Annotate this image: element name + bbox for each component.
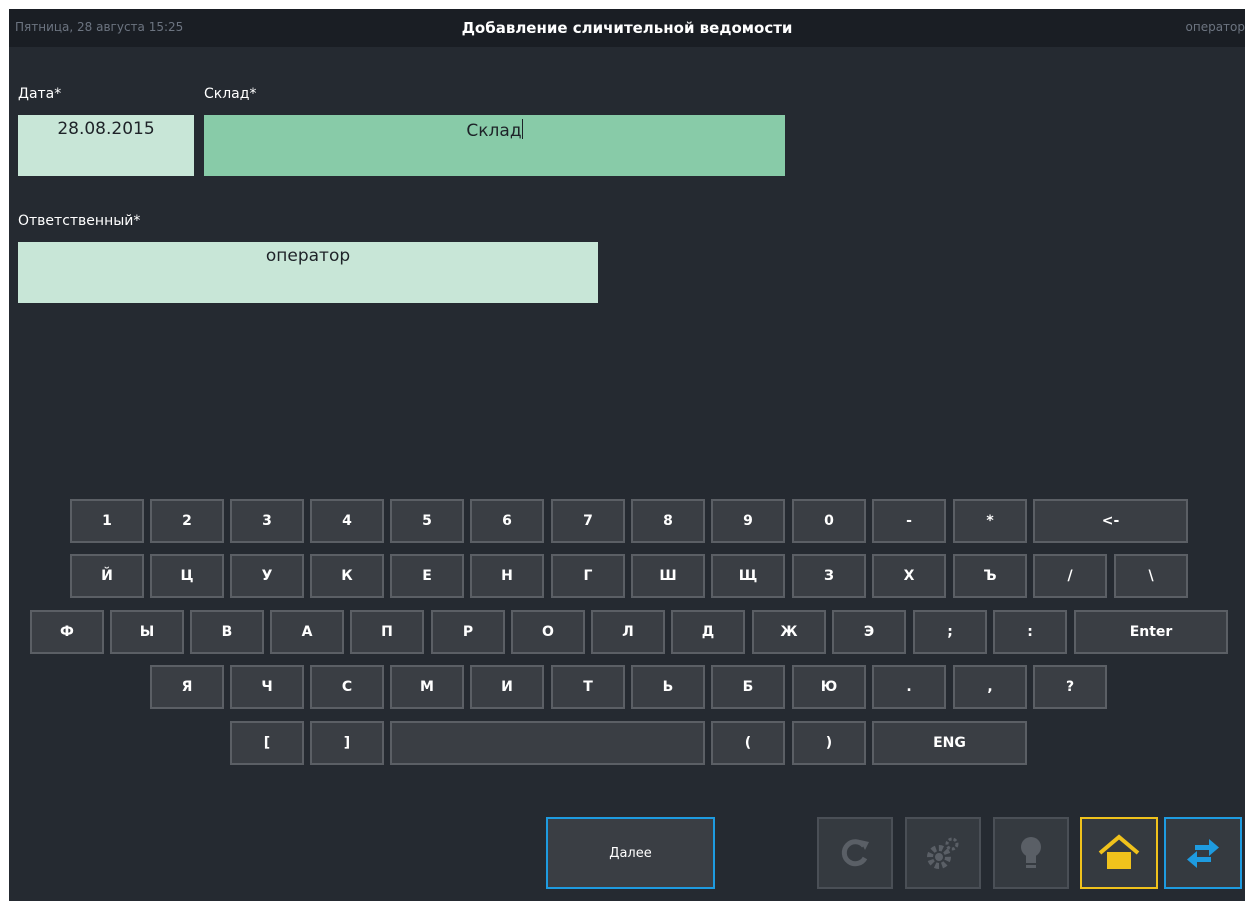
key-9[interactable]: 9: [711, 499, 785, 543]
key-question[interactable]: ?: [1033, 665, 1107, 709]
key-п[interactable]: П: [350, 610, 424, 654]
key-к[interactable]: К: [310, 554, 384, 598]
key-х[interactable]: Х: [872, 554, 946, 598]
key-т[interactable]: Т: [551, 665, 625, 709]
key-е[interactable]: Е: [390, 554, 464, 598]
warehouse-label: Склад*: [204, 86, 257, 102]
key-paren-open[interactable]: (: [711, 721, 785, 765]
key-ф[interactable]: Ф: [30, 610, 104, 654]
home-button[interactable]: [1080, 817, 1158, 889]
responsible-value: оператор: [265, 246, 351, 266]
key-б[interactable]: Б: [711, 665, 785, 709]
key-й[interactable]: Й: [70, 554, 144, 598]
key-ц[interactable]: Ц: [150, 554, 224, 598]
refresh-button[interactable]: [817, 817, 893, 889]
switch-button[interactable]: [1164, 817, 1242, 889]
key-с[interactable]: С: [310, 665, 384, 709]
key-и[interactable]: И: [470, 665, 544, 709]
key-а[interactable]: А: [270, 610, 344, 654]
responsible-label: Ответственный*: [18, 213, 141, 229]
page-title: Добавление сличительной ведомости: [461, 19, 793, 37]
key-ы[interactable]: Ы: [110, 610, 184, 654]
key-о[interactable]: О: [511, 610, 585, 654]
key-ю[interactable]: Ю: [792, 665, 866, 709]
key-7[interactable]: 7: [551, 499, 625, 543]
hint-button[interactable]: [993, 817, 1069, 889]
current-user-label: оператор: [1185, 20, 1245, 34]
key-1[interactable]: 1: [70, 499, 144, 543]
key-ч[interactable]: Ч: [230, 665, 304, 709]
key-3[interactable]: 3: [230, 499, 304, 543]
key-4[interactable]: 4: [310, 499, 384, 543]
date-value: 28.08.2015: [57, 119, 155, 139]
key-semicolon[interactable]: ;: [913, 610, 987, 654]
date-field[interactable]: 28.08.2015: [18, 115, 194, 176]
key-asterisk[interactable]: *: [953, 499, 1027, 543]
key-backspace[interactable]: <-: [1033, 499, 1188, 543]
key-я[interactable]: Я: [150, 665, 224, 709]
title-bar: Пятница, 28 августа 15:25 Добавление сли…: [9, 9, 1245, 47]
key-period[interactable]: .: [872, 665, 946, 709]
key-н[interactable]: Н: [470, 554, 544, 598]
key-э[interactable]: Э: [832, 610, 906, 654]
next-button-label: Далее: [609, 845, 652, 861]
key-л[interactable]: Л: [591, 610, 665, 654]
key-backslash[interactable]: \: [1114, 554, 1188, 598]
settings-button[interactable]: [905, 817, 981, 889]
key-colon[interactable]: :: [993, 610, 1067, 654]
key-language-toggle[interactable]: ENG: [872, 721, 1027, 765]
next-button[interactable]: Далее: [546, 817, 715, 889]
key-bracket-open[interactable]: [: [230, 721, 304, 765]
date-label: Дата*: [18, 86, 62, 102]
home-icon: [1098, 834, 1140, 869]
key-8[interactable]: 8: [631, 499, 705, 543]
key-comma[interactable]: ,: [953, 665, 1027, 709]
swap-arrows-icon: [1187, 839, 1219, 868]
lightbulb-icon: [1021, 837, 1041, 868]
key-ь[interactable]: Ь: [631, 665, 705, 709]
key-г[interactable]: Г: [551, 554, 625, 598]
key-щ[interactable]: Щ: [711, 554, 785, 598]
key-5[interactable]: 5: [390, 499, 464, 543]
gears-icon: [927, 837, 959, 869]
warehouse-field[interactable]: Склад: [204, 115, 785, 176]
app-window: Пятница, 28 августа 15:25 Добавление сли…: [9, 9, 1245, 901]
key-enter[interactable]: Enter: [1074, 610, 1228, 654]
key-р[interactable]: Р: [431, 610, 505, 654]
key-2[interactable]: 2: [150, 499, 224, 543]
key-д[interactable]: Д: [671, 610, 745, 654]
key-6[interactable]: 6: [470, 499, 544, 543]
key-ж[interactable]: Ж: [752, 610, 826, 654]
key-ш[interactable]: Ш: [631, 554, 705, 598]
key-ъ[interactable]: Ъ: [953, 554, 1027, 598]
key-space[interactable]: [390, 721, 705, 765]
refresh-icon: [841, 839, 869, 867]
responsible-field[interactable]: оператор: [18, 242, 598, 303]
key-0[interactable]: 0: [792, 499, 866, 543]
key-bracket-close[interactable]: ]: [310, 721, 384, 765]
key-paren-close[interactable]: ): [792, 721, 866, 765]
key-minus[interactable]: -: [872, 499, 946, 543]
key-slash[interactable]: /: [1033, 554, 1107, 598]
key-м[interactable]: М: [390, 665, 464, 709]
text-cursor: [521, 119, 523, 139]
key-з[interactable]: З: [792, 554, 866, 598]
key-в[interactable]: В: [190, 610, 264, 654]
key-у[interactable]: У: [230, 554, 304, 598]
warehouse-value: Склад: [466, 121, 522, 141]
